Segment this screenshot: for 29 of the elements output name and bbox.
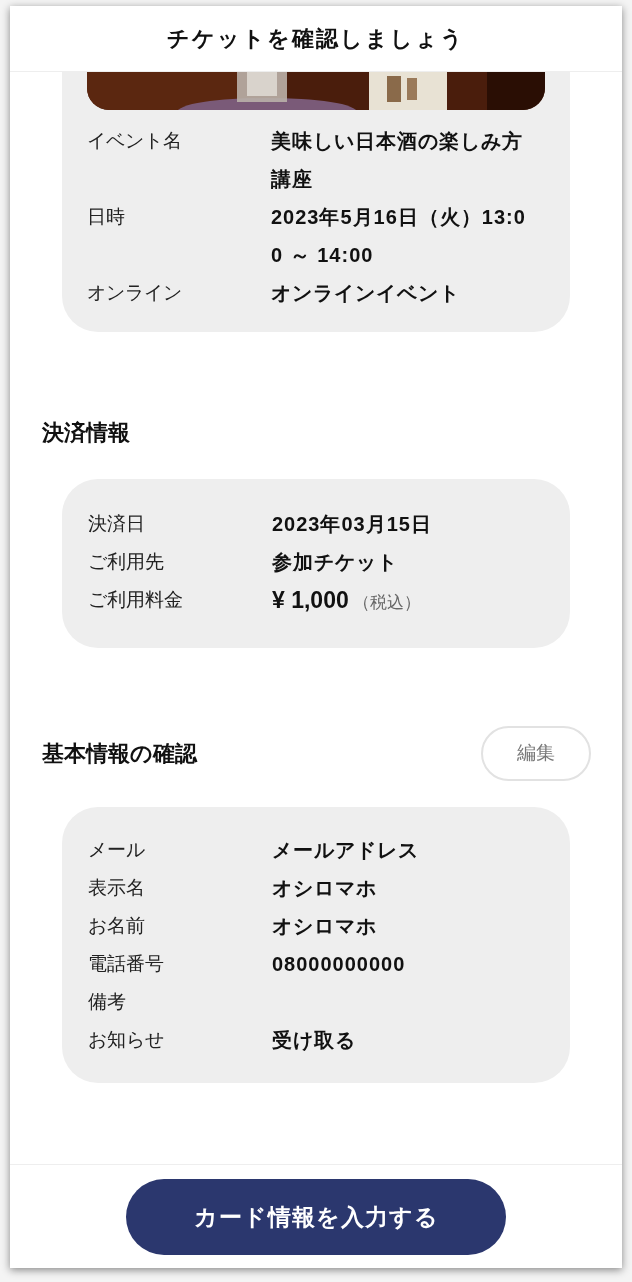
field-label: 電話番号 <box>88 952 165 976</box>
field-value: 2023年03月15日 <box>272 512 432 537</box>
section-title: 決済情報 <box>42 419 131 447</box>
field-value: 受け取る <box>272 1028 356 1053</box>
field-value: オシロマホ <box>272 876 377 901</box>
field-value: 美味しい日本酒の楽しみ方講座 <box>271 129 524 192</box>
field-label: 日時 <box>87 205 126 229</box>
field-value: オンラインイベント <box>271 281 460 306</box>
field-label: ご利用先 <box>88 550 165 574</box>
field-value: オシロマホ <box>272 914 377 939</box>
field-label: お知らせ <box>88 1028 165 1052</box>
field-value: メールアドレス <box>272 838 419 863</box>
field-label: イベント名 <box>87 129 183 153</box>
section-title: 基本情報の確認 <box>42 740 197 768</box>
field-value: 参加チケット <box>272 550 398 575</box>
field-value: 2023年5月16日（火）13:00 ～ 14:00 <box>271 205 527 268</box>
field-label: 決済日 <box>88 512 146 536</box>
field-label: 備考 <box>88 990 127 1014</box>
field-label: お名前 <box>88 914 146 938</box>
field-label: オンライン <box>87 281 183 305</box>
field-label: メール <box>88 838 146 862</box>
tax-note: （税込） <box>352 592 421 614</box>
field-value: 08000000000 <box>272 952 406 977</box>
field-value: ¥ 1,000 <box>272 586 349 615</box>
field-label: ご利用料金 <box>88 588 184 612</box>
page-title: チケットを確認しましょう <box>167 25 465 53</box>
field-label: 表示名 <box>88 876 146 900</box>
card-info-button[interactable]: カード情報を入力する <box>126 1179 506 1255</box>
edit-button[interactable]: 編集 <box>481 726 591 781</box>
